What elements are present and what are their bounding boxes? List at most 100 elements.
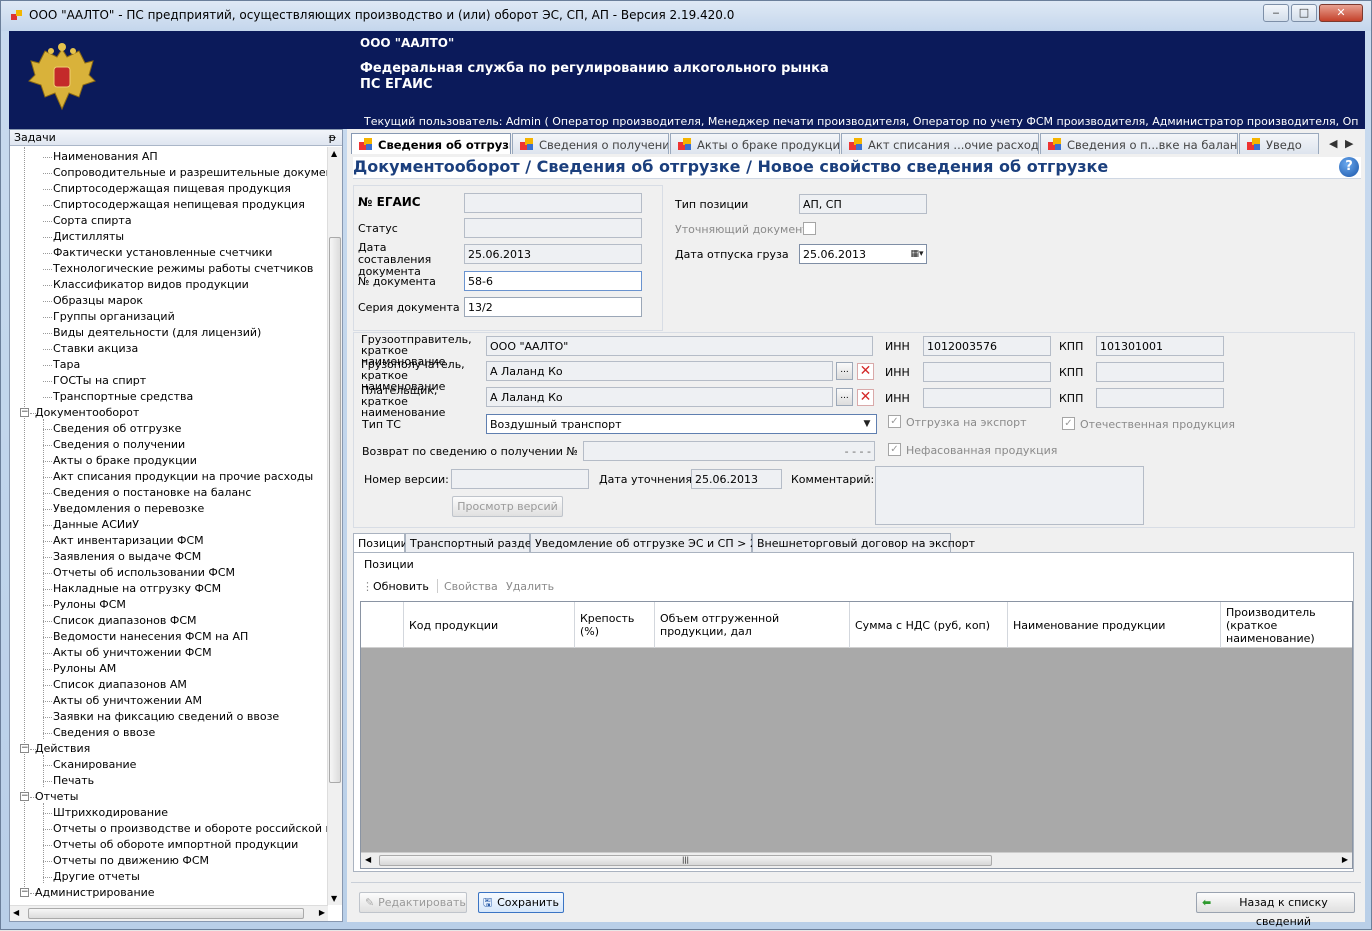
tree-item[interactable]: Сорта спирта [53,213,132,229]
tasks-hscroll-thumb[interactable] [28,908,304,919]
payer-browse-button[interactable]: ... [836,388,853,406]
tree-item[interactable]: Виды деятельности (для лицензий) [53,325,261,341]
scroll-left-icon[interactable]: ◀ [365,855,371,864]
doc-series-input[interactable]: 13/2 [464,297,642,317]
tree-item[interactable]: Сведения о ввозе [53,725,155,741]
grid-col-volume[interactable]: Объем отгруженной продукции, дал [654,602,849,648]
grid-scroll-thumb[interactable]: ||| [379,855,992,866]
scroll-left-icon[interactable]: ◀ [13,908,19,917]
export-checkbox[interactable]: ✓ [888,415,901,428]
tree-item[interactable]: Уведомления о перевозке [53,501,204,517]
doc-number-input[interactable]: 58-6 [464,271,642,291]
tree-item[interactable]: Ставки акциза [53,341,138,357]
subtab-export-contract[interactable]: Внешнеторговый договор на экспорт [752,533,975,553]
payer-clear-icon[interactable]: ✕ [857,389,874,406]
tree-item[interactable]: Акты об уничтожении ФСМ [53,645,212,661]
tree-item[interactable]: Группы организаций [53,309,175,325]
back-to-list-button[interactable]: ⬅ Назад к списку сведений [1196,892,1355,928]
tree-item[interactable]: Наименования АП [53,149,158,165]
tree-item[interactable]: Заявления о выдаче ФСМ [53,549,201,565]
tree-item[interactable]: Печать [53,773,94,789]
ship-date-picker[interactable]: 25.06.2013 ▦▾ [799,244,927,264]
tree-item[interactable]: Сведения об отгрузке [53,421,181,437]
tree-item[interactable]: Данные АСИиУ [53,517,139,533]
tree-item[interactable]: Фактически установленные счетчики [53,245,272,261]
save-button[interactable]: 🖫 Сохранить [478,892,564,913]
tree-item[interactable]: Отчеты по движению ФСМ [53,853,209,869]
scroll-up-icon[interactable]: ▲ [331,149,337,158]
tree-group[interactable]: Администрирование [35,885,155,901]
tree-item[interactable]: Спиртосодержащая пищевая продукция [53,181,291,197]
tree-item[interactable]: Спиртосодержащая непищевая продукция [53,197,305,213]
unpacked-checkbox[interactable]: ✓ [888,443,901,456]
tasks-scroll-thumb[interactable] [329,237,341,783]
tab-receipt-info[interactable]: Сведения о получении [512,133,669,154]
tree-item[interactable]: Дистилляты [53,229,124,245]
tab-balance-info[interactable]: Сведения о п...вке на баланс [1040,133,1238,154]
refresh-button[interactable]: Обновить [373,580,429,593]
tree-item[interactable]: Другие отчеты [53,869,140,885]
tab-writeoff-acts[interactable]: Акт списания ...очие расходы [841,133,1039,154]
properties-button[interactable]: Свойства [444,580,498,593]
tab-shipment-info[interactable]: Сведения об отгрузке [351,133,511,154]
tree-item[interactable]: Акты об уничтожении АМ [53,693,202,709]
tree-item[interactable]: Штрихкодирование [53,805,168,821]
tree-collapse-icon[interactable]: − [20,408,29,417]
tasks-horizontal-scrollbar[interactable]: ◀ ▶ [10,905,328,921]
tab-defect-acts[interactable]: Акты о браке продукции [670,133,840,154]
scroll-down-icon[interactable]: ▼ [331,894,337,903]
tree-collapse-icon[interactable]: − [20,792,29,801]
maximize-button[interactable]: □ [1291,4,1317,22]
tree-item[interactable]: Рулоны ФСМ [53,597,126,613]
tree-item[interactable]: Акт списания продукции на прочие расходы [53,469,313,485]
close-button[interactable]: ✕ [1319,4,1363,22]
chevron-down-icon[interactable]: ▼ [860,417,874,431]
clarifying-doc-checkbox[interactable] [803,222,816,235]
tab-prev-icon[interactable]: ◀ [1329,137,1337,150]
tree-item[interactable]: Отчеты об использовании ФСМ [53,565,235,581]
domestic-checkbox[interactable]: ✓ [1062,417,1075,430]
tree-item[interactable]: Транспортные средства [53,389,193,405]
tree-item[interactable]: Сведения о постановке на баланс [53,485,251,501]
minimize-button[interactable]: ‒ [1263,4,1289,22]
tree-item[interactable]: Сведения о получении [53,437,185,453]
transport-type-select[interactable]: Воздушный транспорт ▼ [486,414,877,434]
view-versions-button[interactable]: Просмотр версий [452,496,563,517]
tree-item[interactable]: Отчеты об обороте импортной продукции [53,837,298,853]
grid-col-product-code[interactable]: Код продукции [403,602,574,648]
tree-item[interactable]: Накладные на отгрузку ФСМ [53,581,221,597]
subtab-notification[interactable]: Уведомление об отгрузке ЭС и СП > 25% [530,533,774,553]
edit-button[interactable]: ✎ Редактировать [359,892,467,913]
grid-col-sum[interactable]: Сумма с НДС (руб, коп) [849,602,1007,648]
tree-item[interactable]: Заявки на фиксацию сведений о ввозе [53,709,279,725]
grid-col-product-name[interactable]: Наименование продукции [1007,602,1220,648]
consignee-browse-button[interactable]: ... [836,362,853,380]
delete-button[interactable]: Удалить [506,580,554,593]
tree-group[interactable]: Отчеты [35,789,78,805]
tree-item[interactable]: Тара [53,357,80,373]
tree-item[interactable]: Классификатор видов продукции [53,277,249,293]
tree-item[interactable]: Акты о браке продукции [53,453,197,469]
calendar-dropdown-icon[interactable]: ▦▾ [910,247,924,261]
grid-col-strength[interactable]: Крепость (%) [574,602,654,648]
tree-item[interactable]: Акт инвентаризации ФСМ [53,533,204,549]
tree-item[interactable]: ГОСТы на спирт [53,373,146,389]
tree-item[interactable]: Отчеты о производстве и обороте российск… [53,821,328,837]
consignee-clear-icon[interactable]: ✕ [857,363,874,380]
grid-col-producer[interactable]: Производитель (краткое наименование) [1220,602,1352,648]
tasks-vertical-scrollbar[interactable]: ▲ ▼ [327,147,342,905]
tree-item[interactable]: Рулоны АМ [53,661,116,677]
tab-next-icon[interactable]: ▶ [1345,137,1353,150]
help-icon[interactable]: ? [1339,157,1359,177]
tree-item[interactable]: Сканирование [53,757,136,773]
pin-icon[interactable]: ᵽ [329,130,336,145]
tree-item[interactable]: Список диапазонов ФСМ [53,613,197,629]
tree-collapse-icon[interactable]: − [20,888,29,897]
tree-item[interactable]: Список диапазонов АМ [53,677,187,693]
tree-collapse-icon[interactable]: − [20,744,29,753]
scroll-right-icon[interactable]: ▶ [319,908,325,917]
subtab-transport[interactable]: Транспортный раздел [405,533,539,553]
tree-item[interactable]: Образцы марок [53,293,143,309]
tree-item[interactable]: Сопроводительные и разрешительные докуме… [53,165,328,181]
scroll-right-icon[interactable]: ▶ [1342,855,1348,864]
